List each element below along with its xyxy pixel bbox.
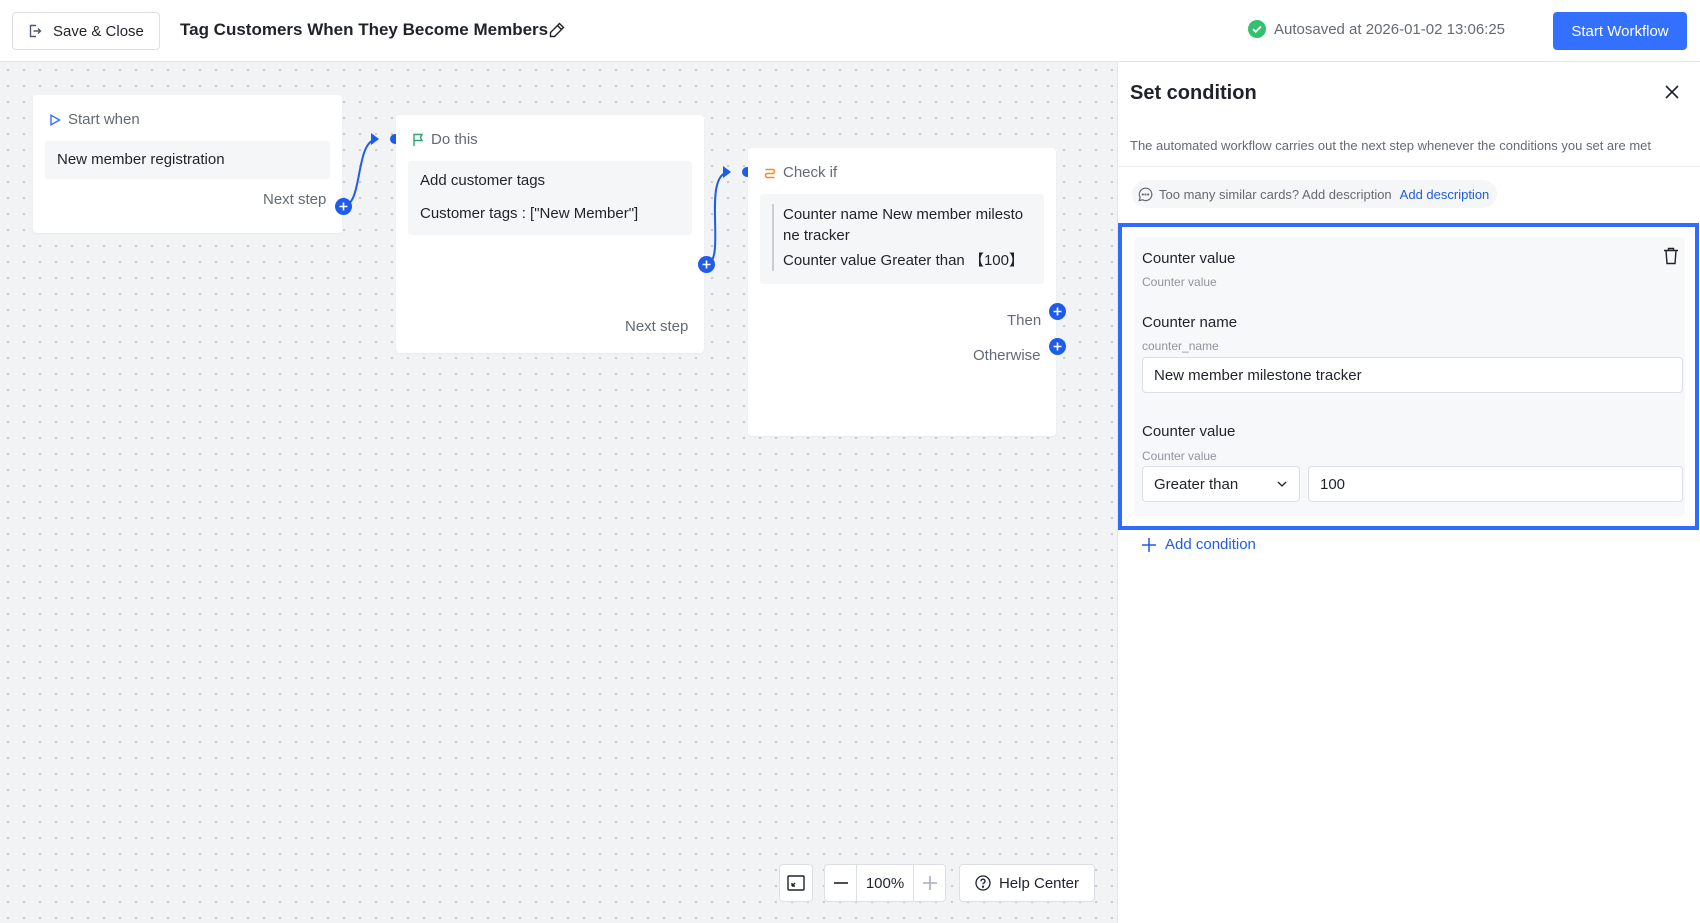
start-node-heading: Start when <box>68 111 140 128</box>
condition-subtitle: Counter value <box>1142 275 1217 289</box>
action-detail: Customer tags : ["New Member"] <box>420 205 639 222</box>
chevron-down-icon <box>1277 481 1287 487</box>
trigger-text: New member registration <box>57 151 225 168</box>
workflow-title: Tag Customers When They Become Members <box>180 20 549 39</box>
play-icon <box>50 113 61 126</box>
otherwise-add[interactable] <box>1049 338 1066 355</box>
counter-name-value: New member milestone tracker <box>1154 366 1362 384</box>
condition-card: Counter value Counter value Counter name… <box>1134 237 1685 516</box>
plus-icon <box>702 260 711 269</box>
save-close-label: Save & Close <box>53 22 144 40</box>
counter-name-label: Counter name <box>1142 314 1238 331</box>
add-condition-button[interactable]: Add condition <box>1142 536 1256 553</box>
condition-highlight-frame: Counter value Counter value Counter name… <box>1118 223 1699 530</box>
counter-value-subtitle: Counter value <box>1142 449 1217 463</box>
panel-description: The automated workflow carries out the n… <box>1130 138 1651 153</box>
plus-icon <box>1053 307 1062 316</box>
action-text: Add customer tags <box>420 172 546 189</box>
close-icon[interactable] <box>1664 84 1680 100</box>
start-next-step-add[interactable] <box>335 198 352 215</box>
then-label: Then <box>1007 312 1042 329</box>
check-circle-icon <box>1248 20 1266 38</box>
zoom-level: 100% <box>865 874 905 892</box>
condition-line-2: ne tracker <box>783 227 850 244</box>
condition-node[interactable]: Check if Counter name New member milesto… <box>748 148 1056 436</box>
divider <box>1118 166 1700 167</box>
add-description-link[interactable]: Add description <box>1400 187 1490 202</box>
add-condition-label: Add condition <box>1165 536 1256 553</box>
start-node[interactable]: Start when New member registration Next … <box>33 95 342 233</box>
fit-screen-icon <box>787 875 805 891</box>
zoom-in-button[interactable] <box>913 865 945 901</box>
minus-icon <box>833 882 848 884</box>
help-center-label: Help Center <box>998 874 1080 892</box>
operator-select[interactable]: Greater than <box>1142 466 1300 502</box>
fit-view-button[interactable] <box>779 864 813 902</box>
counter-value-label: Counter value <box>1142 423 1236 440</box>
set-condition-panel: Set condition The automated workflow car… <box>1117 62 1700 923</box>
help-center-button[interactable]: Help Center <box>959 864 1095 902</box>
flag-icon <box>413 133 424 146</box>
operator-value: Greater than <box>1154 475 1239 493</box>
panel-title: Set condition <box>1130 82 1257 104</box>
trash-icon[interactable] <box>1663 247 1679 265</box>
help-icon <box>975 875 991 891</box>
workflow-canvas[interactable]: Start when New member registration Next … <box>0 62 1117 923</box>
autosave-status: Autosaved at 2026-01-02 13:06:25 <box>1248 20 1505 38</box>
plus-icon <box>1053 342 1062 351</box>
action-node-header: Do this <box>412 131 478 148</box>
then-add[interactable] <box>1049 303 1066 320</box>
counter-name-input[interactable]: New member milestone tracker <box>1142 357 1683 393</box>
counter-name-key: counter_name <box>1142 339 1219 353</box>
action-next-step-add[interactable] <box>698 256 715 273</box>
action-node[interactable]: Do this Add customer tags Customer tags … <box>396 115 704 353</box>
zoom-out-button[interactable] <box>825 865 857 901</box>
start-node-header: Start when <box>49 111 140 128</box>
trigger-box: New member registration <box>45 141 330 179</box>
edit-icon[interactable] <box>548 21 566 39</box>
comment-icon <box>1138 187 1153 201</box>
otherwise-label: Otherwise <box>973 347 1041 364</box>
condition-node-heading: Check if <box>783 164 838 181</box>
branch-icon <box>764 168 776 178</box>
description-hint: Too many similar cards? Add description … <box>1132 180 1498 208</box>
plus-icon <box>339 202 348 211</box>
action-node-heading: Do this <box>431 131 478 148</box>
top-bar: Save & Close Tag Customers When They Bec… <box>0 0 1700 62</box>
condition-line-3: Counter value Greater than 【100】 <box>783 252 1024 269</box>
action-next-step-label: Next step <box>625 318 689 335</box>
condition-summary: Counter name New member milesto ne track… <box>772 204 1034 271</box>
counter-value-input[interactable]: 100 <box>1308 466 1683 502</box>
start-workflow-button[interactable]: Start Workflow <box>1553 12 1687 50</box>
plus-icon <box>922 876 937 890</box>
save-close-button[interactable]: Save & Close <box>12 12 160 50</box>
hint-text: Too many similar cards? Add description <box>1159 186 1392 202</box>
autosave-text: Autosaved at 2026-01-02 13:06:25 <box>1274 20 1506 38</box>
start-next-step-label: Next step <box>263 191 327 208</box>
condition-title: Counter value <box>1142 250 1236 267</box>
condition-node-header: Check if <box>764 164 837 181</box>
counter-value-value: 100 <box>1320 475 1346 493</box>
condition-box: Counter name New member milesto ne track… <box>760 194 1044 284</box>
plus-icon <box>1142 537 1156 552</box>
action-box: Add customer tags Customer tags : ["New … <box>408 161 692 235</box>
zoom-controls: 100% <box>824 864 946 902</box>
condition-line-1: Counter name New member milesto <box>783 206 1024 223</box>
exit-icon <box>29 24 42 38</box>
